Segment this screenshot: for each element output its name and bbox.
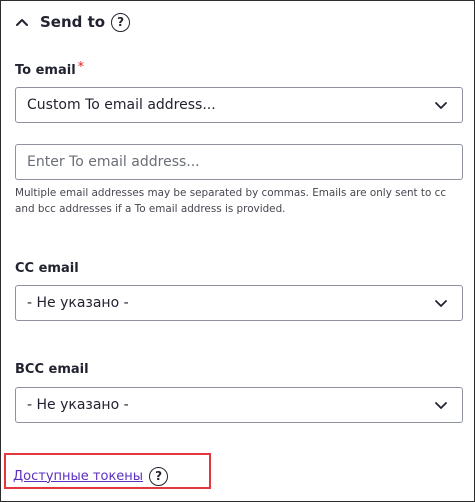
section-title: Send to <box>40 13 106 31</box>
question-circle-icon[interactable]: ? <box>111 12 131 32</box>
to-email-label-text: To email <box>15 63 76 78</box>
to-email-select-value: Custom To email address... <box>27 97 216 113</box>
required-marker: * <box>77 60 85 75</box>
cc-email-label: CC email <box>15 261 79 276</box>
question-circle-icon[interactable]: ? <box>149 466 169 486</box>
to-email-select[interactable]: Custom To email address... <box>15 87 463 123</box>
bcc-email-label: BCC email <box>15 362 89 377</box>
chevron-down-icon <box>435 402 447 409</box>
available-tokens-link[interactable]: Доступные токены <box>13 469 143 484</box>
cc-email-select[interactable]: - Не указано - <box>15 285 463 321</box>
available-tokens: Доступные токены ? <box>13 466 169 486</box>
to-email-label: To email * <box>15 60 85 78</box>
chevron-down-icon <box>435 102 447 109</box>
send-to-section-toggle[interactable]: Send to ? <box>15 11 131 33</box>
send-to-panel: Send to ? To email * Custom To email addr… <box>0 0 475 502</box>
to-email-input[interactable] <box>15 144 463 180</box>
bcc-email-select[interactable]: - Не указано - <box>15 387 463 423</box>
bcc-email-select-value: - Не указано - <box>27 397 129 413</box>
chevron-down-icon <box>435 300 447 307</box>
to-email-description: Multiple email addresses may be separate… <box>15 187 447 215</box>
chevron-up-icon[interactable] <box>15 15 29 29</box>
cc-email-select-value: - Не указано - <box>27 295 129 311</box>
